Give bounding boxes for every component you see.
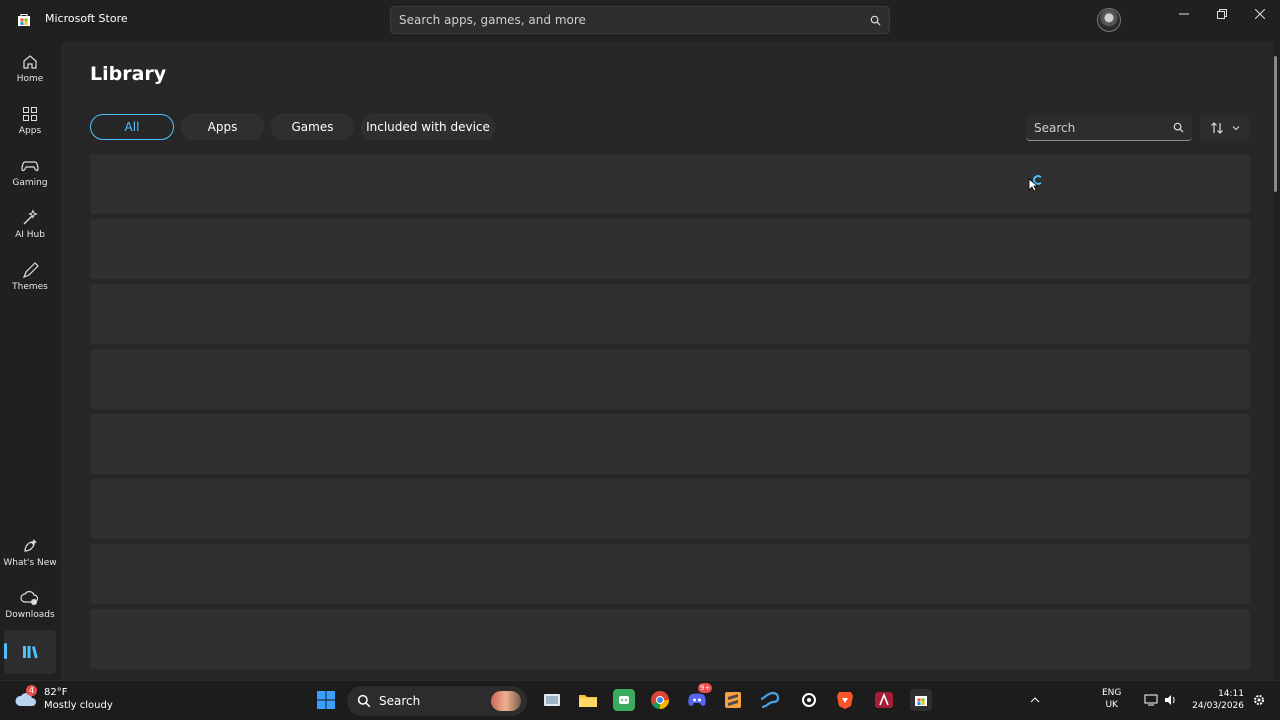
windows-logo-icon — [317, 691, 335, 709]
app-button[interactable] — [722, 689, 744, 711]
store-search-input[interactable] — [391, 12, 861, 28]
search-highlight-icon — [491, 691, 521, 711]
weather-alert-badge: 4 — [26, 685, 37, 696]
sidebar-item-whats-new[interactable]: What's New — [3, 530, 57, 574]
loading-placeholder-row — [90, 544, 1250, 604]
taskbar-search[interactable]: Search — [347, 686, 527, 716]
android-app-icon — [619, 696, 629, 704]
filter-included-with-device[interactable]: Included with device — [361, 114, 495, 140]
weather-description: Mostly cloudy — [44, 700, 113, 711]
gaming-icon — [21, 160, 39, 171]
network-button[interactable] — [1140, 689, 1162, 711]
store-logo-icon — [915, 696, 927, 706]
restore-icon — [1217, 9, 1227, 19]
filter-apps[interactable]: Apps — [181, 114, 264, 140]
chrome-icon — [651, 691, 669, 709]
steelseries-icon — [802, 693, 816, 707]
chrome-button[interactable] — [649, 689, 671, 711]
settings-gear-icon — [1254, 695, 1264, 705]
downloads-icon — [20, 590, 39, 605]
loading-placeholder-row — [90, 349, 1250, 409]
store-search-box[interactable] — [390, 6, 890, 34]
brave-lion-icon — [837, 692, 853, 709]
sidebar-item-apps[interactable]: Apps — [4, 98, 56, 142]
minimize-button[interactable] — [1169, 4, 1199, 24]
loading-placeholder-row — [90, 609, 1250, 669]
loading-placeholder-row — [90, 284, 1250, 344]
chevron-up-icon — [1030, 697, 1040, 703]
sublime-text-icon — [725, 692, 741, 708]
sidebar-item-library[interactable] — [4, 630, 56, 674]
sidebar-item-downloads[interactable]: Downloads — [4, 582, 56, 626]
monitor-network-icon — [1144, 694, 1158, 706]
weather-temperature: 82°F — [44, 687, 68, 698]
avatar[interactable] — [1097, 8, 1121, 32]
close-icon — [1255, 9, 1265, 19]
mouse-cursor-icon — [1028, 178, 1038, 192]
microsoft-store-button[interactable] — [910, 689, 932, 711]
discord-notification-badge: 9+ — [698, 683, 713, 693]
home-icon — [23, 54, 37, 69]
show-hidden-icons-button[interactable] — [1024, 689, 1046, 711]
speaker-icon — [1165, 695, 1175, 705]
search-icon — [357, 694, 371, 708]
search-icon[interactable] — [861, 15, 889, 26]
library-page: Library All Apps Games Included with dev… — [61, 41, 1273, 680]
whats-new-icon — [24, 538, 37, 552]
themes-icon — [22, 261, 39, 278]
task-view-button[interactable] — [541, 689, 563, 711]
taskbar-search-label: Search — [379, 694, 421, 708]
scrollbar[interactable] — [1274, 56, 1277, 192]
loading-placeholder-row — [90, 414, 1250, 474]
sidebar-item-ai-hub[interactable]: AI Hub — [4, 202, 56, 246]
minimize-icon — [1179, 13, 1189, 15]
steam-button[interactable] — [759, 689, 781, 711]
sidebar-item-home[interactable]: Home — [4, 46, 56, 90]
app-button[interactable] — [613, 689, 635, 711]
start-button[interactable] — [315, 689, 337, 711]
volume-button[interactable] — [1160, 689, 1182, 711]
sort-icon — [1211, 122, 1223, 134]
library-search-box[interactable] — [1026, 115, 1192, 141]
task-view-icon — [544, 694, 560, 706]
loading-placeholder-row — [90, 479, 1250, 539]
weather-widget[interactable]: 4 82°F Mostly cloudy — [14, 685, 113, 712]
folder-icon — [579, 695, 597, 707]
close-button[interactable] — [1245, 4, 1275, 24]
discord-button[interactable]: 9+ — [686, 683, 713, 711]
library-search-input[interactable] — [1026, 119, 1164, 136]
filter-games[interactable]: Games — [271, 114, 354, 140]
sidebar-item-gaming[interactable]: Gaming — [4, 150, 56, 194]
sidebar-item-themes[interactable]: Themes — [4, 254, 56, 298]
steelseries-button[interactable] — [798, 689, 820, 711]
file-explorer-button[interactable] — [577, 689, 599, 711]
filter-all[interactable]: All — [90, 114, 174, 140]
app-title: Microsoft Store — [45, 12, 128, 25]
loading-placeholder-row — [90, 154, 1250, 214]
title-bar: Microsoft Store — [0, 0, 1280, 40]
chevron-down-icon — [1232, 126, 1240, 131]
apps-icon — [23, 106, 37, 121]
affinity-app-icon — [875, 692, 893, 708]
library-icon — [23, 646, 38, 659]
app-button[interactable] — [873, 689, 895, 711]
search-icon[interactable] — [1164, 122, 1192, 133]
maximize-button[interactable] — [1207, 4, 1237, 24]
ai-hub-icon — [23, 208, 38, 224]
sort-button[interactable] — [1200, 115, 1250, 141]
taskbar: 4 82°F Mostly cloudy Search 9+ ENG UK 14… — [0, 680, 1280, 720]
page-title: Library — [90, 63, 167, 85]
brave-button[interactable] — [834, 689, 856, 711]
loading-placeholder-row — [90, 219, 1250, 279]
sidebar: Home Apps Gaming AI Hub Themes What's Ne… — [0, 40, 60, 680]
steam-icon — [760, 691, 780, 709]
store-logo-icon — [18, 14, 30, 26]
clock[interactable]: 14:11 24/03/2026 — [1190, 688, 1244, 712]
discord-icon — [688, 693, 706, 706]
language-indicator[interactable]: ENG UK — [1102, 687, 1121, 711]
notifications-button[interactable] — [1248, 689, 1270, 711]
